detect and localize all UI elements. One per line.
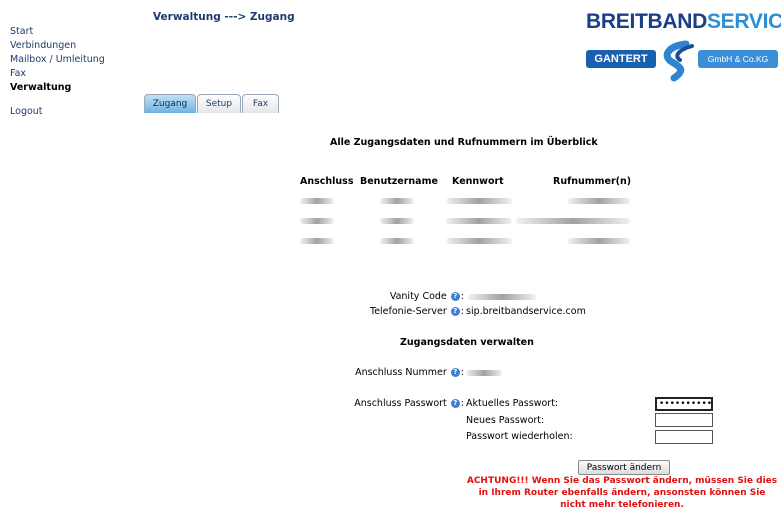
- telefonie-server-label: Telefonie-Server ?:: [370, 306, 464, 317]
- new-password-label: Neues Passwort:: [466, 415, 545, 426]
- current-password-label: Aktuelles Passwort:: [466, 398, 559, 409]
- logo-swirl-icon: [663, 40, 694, 82]
- logo-brand-part2: SERVICE: [706, 10, 781, 33]
- help-icon[interactable]: ?: [450, 307, 460, 316]
- nav-fax[interactable]: Fax: [10, 67, 105, 81]
- repeat-password-label: Passwort wiederholen:: [466, 431, 573, 442]
- redacted-value: [446, 238, 512, 244]
- repeat-password-field[interactable]: [655, 430, 713, 444]
- vanity-code-label-text: Vanity Code: [389, 291, 447, 302]
- help-icon[interactable]: ?: [450, 292, 460, 301]
- company-logo: BREITBANDSERVICE GANTERT GmbH & Co.KG: [586, 10, 781, 84]
- redacted-value: [568, 238, 630, 244]
- manage-title: Zugangsdaten verwalten: [400, 337, 534, 348]
- overview-title: Alle Zugangsdaten und Rufnummern im Über…: [330, 137, 598, 148]
- vanity-code-label: Vanity Code ?:: [389, 291, 464, 302]
- anschluss-passwort-label-text: Anschluss Passwort: [354, 398, 447, 409]
- anschluss-passwort-label: Anschluss Passwort ?:: [354, 398, 464, 409]
- redacted-value: [466, 370, 502, 376]
- redacted-value: [300, 198, 334, 204]
- redacted-value: [568, 198, 630, 204]
- tab-fax[interactable]: Fax: [242, 94, 279, 113]
- nav-verbindungen[interactable]: Verbindungen: [10, 39, 105, 53]
- redacted-value: [380, 198, 414, 204]
- redacted-value: [380, 238, 414, 244]
- redacted-value: [446, 218, 512, 224]
- change-password-button[interactable]: Passwort ändern: [578, 460, 670, 475]
- logo-brand-part1: BREITBAND: [586, 10, 707, 33]
- redacted-value: [300, 238, 334, 244]
- col-header-benutzername: Benutzername: [360, 176, 438, 187]
- left-nav: Start Verbindungen Mailbox / Umleitung F…: [10, 25, 105, 119]
- redacted-value: [516, 218, 630, 224]
- redacted-value: [468, 294, 536, 300]
- col-header-rufnummern: Rufnummer(n): [553, 176, 632, 187]
- nav-mailbox-umleitung[interactable]: Mailbox / Umleitung: [10, 53, 105, 67]
- col-header-anschluss: Anschluss: [300, 176, 354, 187]
- current-password-field[interactable]: ••••••••••: [655, 397, 713, 411]
- new-password-field[interactable]: [655, 413, 713, 427]
- col-header-kennwort: Kennwort: [452, 176, 504, 187]
- anschluss-nummer-label: Anschluss Nummer ?:: [355, 367, 464, 378]
- redacted-value: [300, 218, 334, 224]
- nav-logout[interactable]: Logout: [10, 105, 105, 119]
- logo-gantert: GANTERT: [586, 50, 656, 68]
- logo-gmbh: GmbH & Co.KG: [698, 50, 778, 68]
- telefonie-server-label-text: Telefonie-Server: [370, 306, 447, 317]
- breadcrumb: Verwaltung ---> Zugang: [153, 11, 295, 23]
- tab-zugang[interactable]: Zugang: [144, 94, 196, 113]
- help-icon[interactable]: ?: [450, 368, 460, 377]
- logo-brand: BREITBANDSERVICE: [586, 10, 781, 34]
- warning-text: ACHTUNG!!! Wenn Sie das Passwort ändern,…: [466, 476, 778, 510]
- anschluss-nummer-label-text: Anschluss Nummer: [355, 367, 447, 378]
- tab-setup[interactable]: Setup: [197, 94, 241, 113]
- redacted-value: [446, 198, 512, 204]
- nav-start[interactable]: Start: [10, 25, 105, 39]
- redacted-value: [380, 218, 414, 224]
- nav-verwaltung[interactable]: Verwaltung: [10, 81, 105, 95]
- help-icon[interactable]: ?: [450, 399, 460, 408]
- telefonie-server-value: sip.breitbandservice.com: [466, 306, 586, 317]
